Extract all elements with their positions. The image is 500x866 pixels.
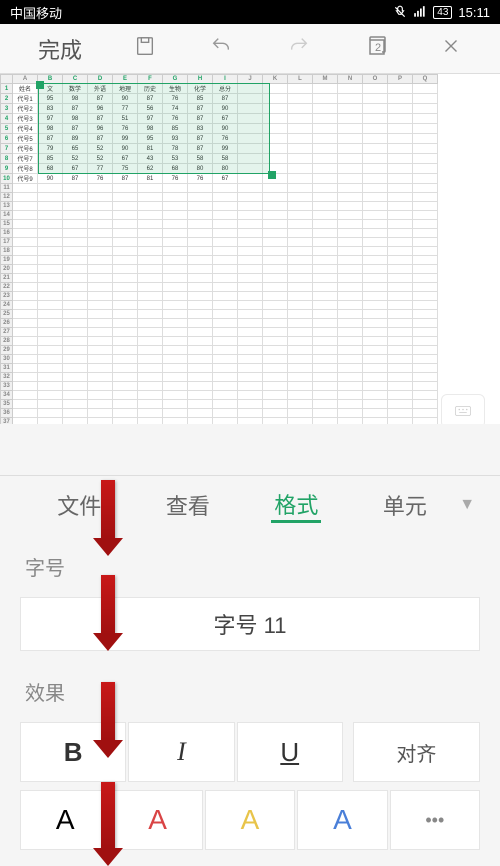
undo-icon[interactable]: [208, 35, 234, 63]
fontsize-label: 字号: [0, 534, 500, 589]
redo-icon[interactable]: [286, 35, 312, 63]
annotation-arrow: [101, 782, 115, 850]
color-red-button[interactable]: A: [112, 790, 202, 850]
pages-icon[interactable]: 2: [364, 34, 388, 64]
color-yellow-button[interactable]: A: [205, 790, 295, 850]
close-icon[interactable]: [440, 35, 462, 63]
annotation-arrow: [101, 682, 115, 742]
align-button[interactable]: 对齐: [353, 722, 480, 782]
tab-view[interactable]: 查看: [134, 489, 243, 521]
effects-label: 效果: [0, 659, 500, 714]
selection-box: [38, 83, 270, 174]
done-button[interactable]: 完成: [38, 33, 82, 65]
keyboard-icon[interactable]: [441, 394, 485, 424]
selection-handle-br[interactable]: [268, 171, 276, 179]
underline-button[interactable]: U: [237, 722, 343, 782]
selection-handle-tl[interactable]: [36, 81, 44, 89]
chevron-down-icon[interactable]: ▼: [459, 496, 475, 514]
tab-cell[interactable]: 单元: [351, 489, 460, 521]
mute-icon: [393, 5, 407, 19]
annotation-arrow: [101, 480, 115, 540]
tab-format[interactable]: 格式: [242, 488, 351, 523]
color-more-button[interactable]: •••: [390, 790, 480, 850]
italic-button[interactable]: I: [128, 722, 234, 782]
fontsize-button[interactable]: 字号 11: [20, 597, 480, 651]
spreadsheet[interactable]: ABCDEFGHIJKLMNOPQ1姓名文数学外语地理历史生物化学总分2代号19…: [0, 74, 500, 424]
color-blue-button[interactable]: A: [297, 790, 387, 850]
color-black-button[interactable]: A: [20, 790, 110, 850]
tab-file[interactable]: 文件: [25, 489, 134, 521]
signal-icon: [413, 5, 427, 19]
annotation-arrow: [101, 575, 115, 635]
save-icon[interactable]: [134, 35, 156, 63]
time: 15:11: [458, 5, 490, 20]
carrier: 中国移动: [10, 3, 62, 22]
battery-icon: 43: [433, 6, 452, 19]
